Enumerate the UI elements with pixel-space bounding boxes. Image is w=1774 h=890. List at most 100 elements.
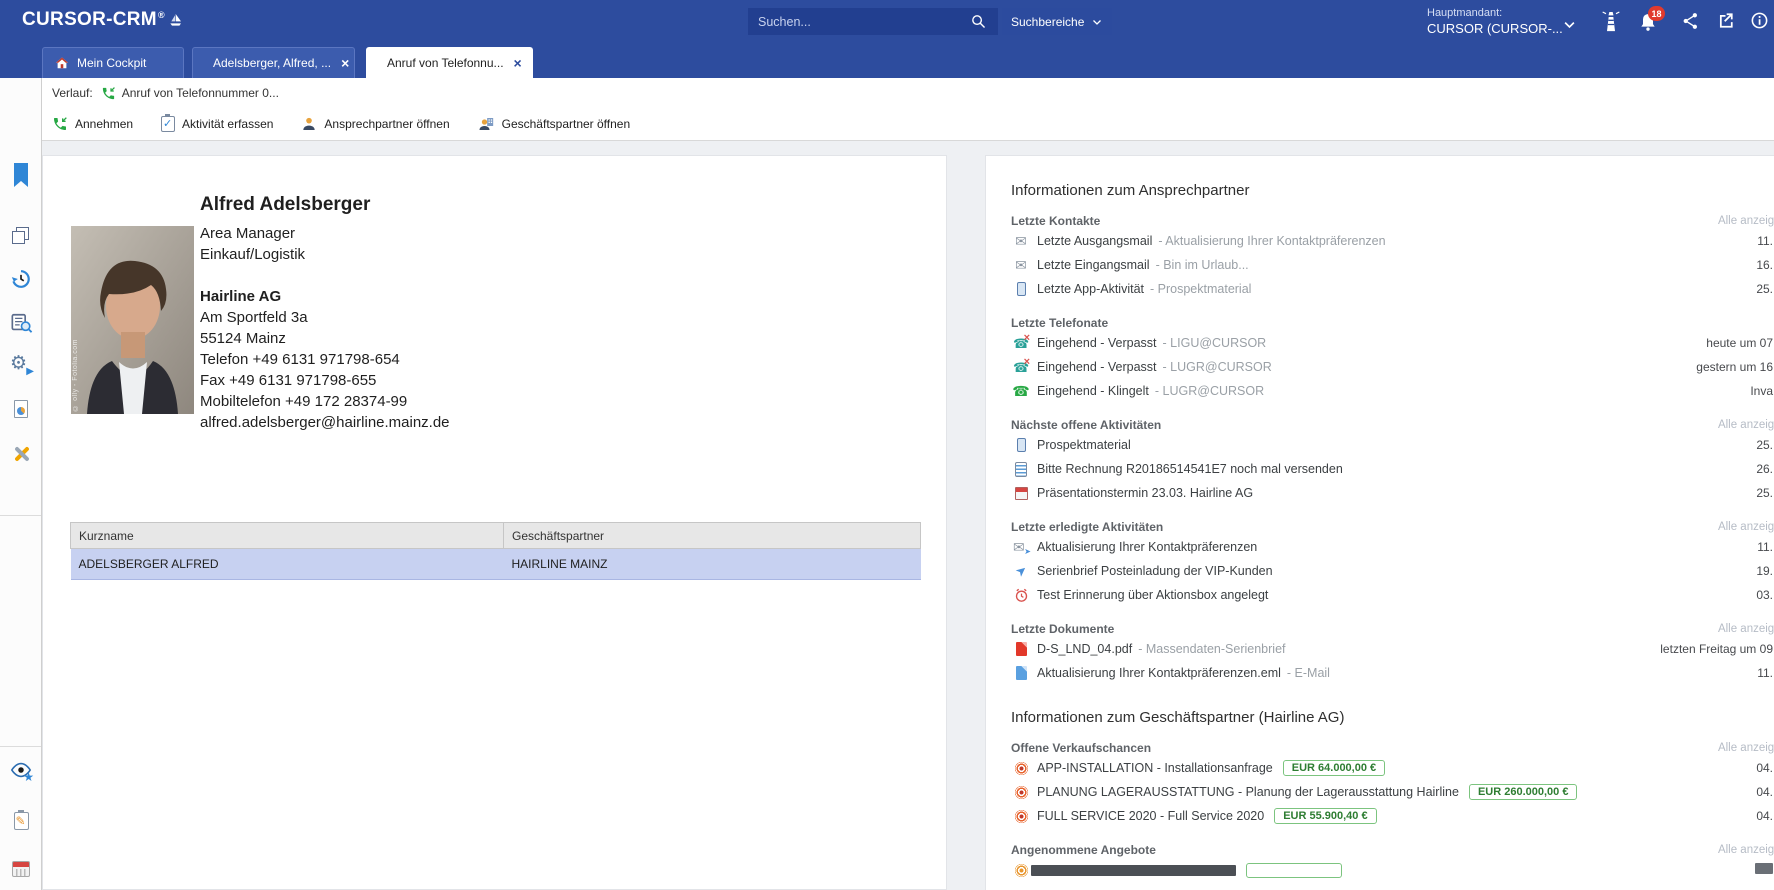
list-item[interactable]: ☎ Eingehend - Klingelt - LUGR@CURSOR Inv… <box>1011 379 1774 403</box>
client-selector[interactable]: Hauptmandant: CURSOR (CURSOR-... <box>1427 7 1563 37</box>
item-date: heute um 07 <box>1696 336 1773 350</box>
list-item[interactable]: D-S_LND_04.pdf - Massendaten-Serienbrief… <box>1011 637 1774 661</box>
contact-photo: © olly - Fotolia.com <box>71 226 194 414</box>
value-badge: EUR 64.000,00 € <box>1283 760 1385 776</box>
show-all-link[interactable]: Alle anzeigen <box>1718 419 1774 431</box>
watchlist-eye-icon[interactable]: ★ <box>0 762 42 783</box>
phone-incoming-icon <box>101 86 116 101</box>
bookmark-icon[interactable] <box>0 162 42 193</box>
calendar-icon[interactable] <box>0 861 42 882</box>
contact-phone: Telefon +49 6131 971798-654 <box>200 349 450 370</box>
item-date: letzten Freitag um 09 <box>1650 642 1773 656</box>
item-subtitle: - E-Mail <box>1287 666 1330 680</box>
clipboard-lines-icon <box>1015 462 1027 477</box>
tools-icon[interactable] <box>0 444 42 469</box>
report-document-icon[interactable] <box>0 400 42 423</box>
geschaeftspartner-oeffnen-button[interactable]: Geschäftspartner öffnen <box>478 116 631 132</box>
search-icon[interactable] <box>970 13 987 35</box>
chevron-down-icon[interactable] <box>1562 17 1577 37</box>
item-date: 25. <box>1746 438 1773 452</box>
open-external-icon[interactable] <box>1716 11 1735 35</box>
toolbar-area: Verlauf: Anruf von Telefonnummer 0... An… <box>42 78 1774 141</box>
list-item[interactable]: ☎× Eingehend - Verpasst - LIGU@CURSOR he… <box>1011 331 1774 355</box>
item-date: 19. <box>1746 564 1773 578</box>
sailboat-icon <box>167 11 183 29</box>
lighthouse-icon[interactable] <box>1601 11 1621 38</box>
item-date: 26. <box>1746 462 1773 476</box>
show-all-link[interactable]: Alle anzeigen <box>1718 623 1774 635</box>
item-label: PLANUNG LAGERAUSSTATTUNG - Planung der L… <box>1037 785 1459 799</box>
annehmen-button[interactable]: Annehmen <box>52 116 133 132</box>
info-icon[interactable] <box>1750 11 1769 35</box>
contact-company: Hairline AG <box>200 286 450 307</box>
list-item[interactable]: Bitte Rechnung R20186514541E7 noch mal v… <box>1011 457 1774 481</box>
section-letzte-kontakte: Letzte Kontakte Alle anzeigen <box>1011 212 1774 229</box>
item-date: 04. <box>1746 785 1773 799</box>
search-scope-label: Suchbereiche <box>1011 15 1084 29</box>
process-gear-icon[interactable]: ⚙▶ <box>0 354 42 381</box>
close-icon[interactable]: × <box>341 56 349 70</box>
clipboard-check-icon: ✓ <box>161 116 175 132</box>
list-item[interactable]: Aktualisierung Ihrer Kontaktpräferenzen.… <box>1011 661 1774 685</box>
show-all-link[interactable]: Alle anzeigen <box>1718 844 1774 856</box>
contact-role: Area Manager <box>200 223 450 244</box>
list-item[interactable]: ➤ Serienbrief Posteinladung der VIP-Kund… <box>1011 559 1774 583</box>
item-label: APP-INSTALLATION - Installationsanfrage <box>1037 761 1273 775</box>
verlauf-item[interactable]: Anruf von Telefonnummer 0... <box>101 86 279 101</box>
item-subtitle: - LUGR@CURSOR <box>1155 384 1264 398</box>
client-value: CURSOR (CURSOR-... <box>1427 21 1563 37</box>
notes-clipboard-icon[interactable]: ✎ <box>0 812 42 835</box>
history-breadcrumb-row: Verlauf: Anruf von Telefonnummer 0... <box>52 78 279 108</box>
list-item[interactable]: ✉➤ Aktualisierung Ihrer Kontaktpräferenz… <box>1011 535 1774 559</box>
item-label: Präsentationstermin 23.03. Hairline AG <box>1037 486 1253 500</box>
list-item[interactable]: PLANUNG LAGERAUSSTATTUNG - Planung der L… <box>1011 780 1774 804</box>
search-list-icon[interactable] <box>0 312 42 339</box>
calendar-icon <box>1015 487 1028 500</box>
list-item[interactable]: Präsentationstermin 23.03. Hairline AG 2… <box>1011 481 1774 505</box>
button-label: Aktivität erfassen <box>182 117 273 131</box>
global-search <box>748 8 998 35</box>
list-item[interactable]: Prospektmaterial 25. <box>1011 433 1774 457</box>
table-row[interactable]: ADELSBERGER ALFRED HAIRLINE MAINZ <box>71 549 921 580</box>
tab-anruf-von-telefonnummer[interactable]: Anruf von Telefonnu... × <box>366 47 533 78</box>
history-icon[interactable] <box>0 268 42 295</box>
tab-mein-cockpit[interactable]: Mein Cockpit <box>42 47 184 78</box>
windows-icon[interactable] <box>0 226 42 251</box>
list-item[interactable]: ☎× Eingehend - Verpasst - LUGR@CURSOR ge… <box>1011 355 1774 379</box>
column-header-geschaeftspartner[interactable]: Geschäftspartner <box>504 523 921 549</box>
tab-label: Mein Cockpit <box>77 56 146 70</box>
item-label: Letzte Eingangsmail <box>1037 258 1150 272</box>
item-label: Aktualisierung Ihrer Kontaktpräferenzen <box>1037 540 1257 554</box>
show-all-link[interactable]: Alle anzeigen <box>1718 742 1774 754</box>
contact-details: Alfred Adelsberger Area Manager Einkauf/… <box>200 194 450 433</box>
item-label: D-S_LND_04.pdf <box>1037 642 1132 656</box>
list-item[interactable]: APP-INSTALLATION - Installationsanfrage … <box>1011 756 1774 780</box>
chevron-down-icon <box>1091 16 1103 28</box>
tab-adelsberger-alfred[interactable]: Adelsberger, Alfred, ... × <box>192 47 355 78</box>
search-scope-button[interactable]: Suchbereiche <box>1002 8 1112 35</box>
item-date: Inva <box>1740 384 1773 398</box>
list-item[interactable]: ✉ Letzte Eingangsmail - Bin im Urlaub...… <box>1011 253 1774 277</box>
item-date: 11. <box>1747 666 1773 680</box>
list-item[interactable]: FULL SERVICE 2020 - Full Service 2020 EU… <box>1011 804 1774 828</box>
show-all-link[interactable]: Alle anzeigen <box>1718 521 1774 533</box>
search-input[interactable] <box>748 8 998 35</box>
missed-call-icon: ☎× <box>1013 359 1029 375</box>
list-item[interactable]: Test Erinnerung über Aktionsbox angelegt… <box>1011 583 1774 607</box>
list-item[interactable]: ✉ Letzte Ausgangsmail - Aktualisierung I… <box>1011 229 1774 253</box>
ansprechpartner-oeffnen-button[interactable]: Ansprechpartner öffnen <box>301 116 449 132</box>
value-badge: EUR 55.900,40 € <box>1274 808 1376 824</box>
show-all-link[interactable]: Alle anzeigen <box>1718 215 1774 227</box>
close-icon[interactable]: × <box>514 56 522 70</box>
column-header-kurzname[interactable]: Kurzname <box>71 523 504 549</box>
notifications-bell-icon[interactable]: 18 <box>1638 11 1658 38</box>
person-icon <box>301 116 317 132</box>
contact-department: Einkauf/Logistik <box>200 244 450 265</box>
aktivitaet-erfassen-button[interactable]: ✓ Aktivität erfassen <box>161 116 273 132</box>
contact-email[interactable]: alfred.adelsberger@hairline.mainz.de <box>200 412 450 433</box>
item-label: Eingehend - Klingelt <box>1037 384 1149 398</box>
pdf-icon <box>1016 642 1027 656</box>
share-icon[interactable] <box>1681 11 1700 36</box>
list-item[interactable]: Letzte App-Aktivität - Prospektmaterial … <box>1011 277 1774 301</box>
clipped-list-item[interactable] <box>1011 858 1774 882</box>
